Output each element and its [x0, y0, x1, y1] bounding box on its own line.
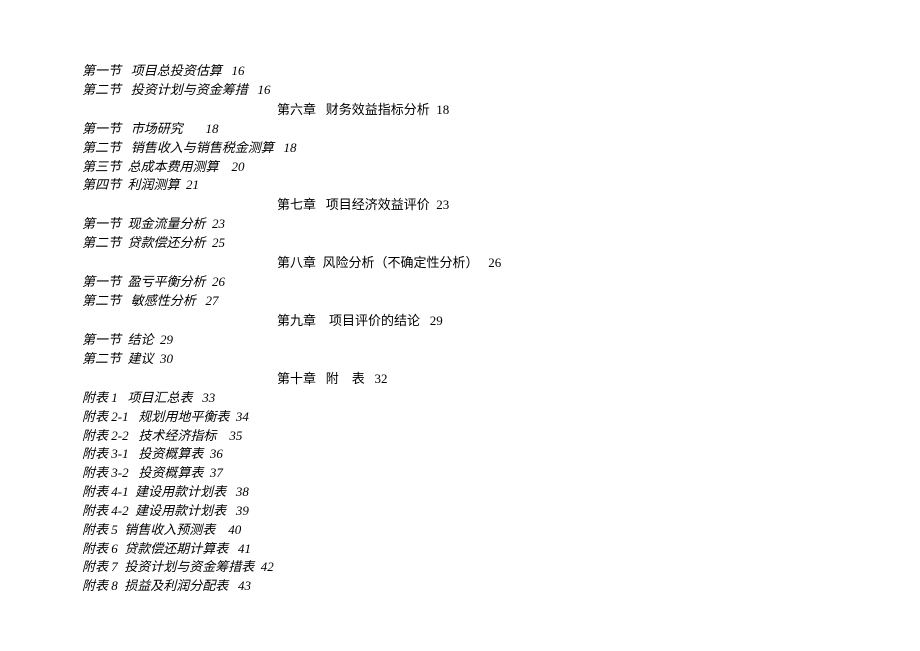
toc-section: 附表 1 项目汇总表 33	[82, 389, 848, 408]
toc-section: 附表 5 销售收入预测表 40	[82, 521, 848, 540]
toc-section: 附表 6 贷款偿还期计算表 41	[82, 540, 848, 559]
toc-chapter: 第十章 附 表 32	[82, 369, 848, 389]
toc-chapter: 第七章 项目经济效益评价 23	[82, 195, 848, 215]
toc-chapter: 第九章 项目评价的结论 29	[82, 311, 848, 331]
toc-section: 第二节 销售收入与销售税金测算 18	[82, 139, 848, 158]
toc-section: 附表 4-1 建设用款计划表 38	[82, 483, 848, 502]
toc-section: 第一节 现金流量分析 23	[82, 215, 848, 234]
toc-section: 第三节 总成本费用测算 20	[82, 158, 848, 177]
toc-section: 附表 2-2 技术经济指标 35	[82, 427, 848, 446]
toc-section: 第四节 利润测算 21	[82, 176, 848, 195]
toc-section: 第一节 盈亏平衡分析 26	[82, 273, 848, 292]
toc-section: 第二节 贷款偿还分析 25	[82, 234, 848, 253]
toc-section: 附表 3-1 投资概算表 36	[82, 445, 848, 464]
toc-section: 第二节 建议 30	[82, 350, 848, 369]
toc-section: 附表 4-2 建设用款计划表 39	[82, 502, 848, 521]
table-of-contents: 第一节 项目总投资估算 16第二节 投资计划与资金筹措 16第六章 财务效益指标…	[82, 62, 848, 596]
toc-chapter: 第八章 风险分析（不确定性分析） 26	[82, 253, 848, 273]
toc-section: 第一节 结论 29	[82, 331, 848, 350]
toc-section: 第二节 投资计划与资金筹措 16	[82, 81, 848, 100]
toc-section: 附表 3-2 投资概算表 37	[82, 464, 848, 483]
toc-chapter: 第六章 财务效益指标分析 18	[82, 100, 848, 120]
toc-section: 附表 8 损益及利润分配表 43	[82, 577, 848, 596]
toc-section: 第一节 项目总投资估算 16	[82, 62, 848, 81]
toc-section: 附表 7 投资计划与资金筹措表 42	[82, 558, 848, 577]
toc-section: 第二节 敏感性分析 27	[82, 292, 848, 311]
toc-section: 附表 2-1 规划用地平衡表 34	[82, 408, 848, 427]
toc-section: 第一节 市场研究 18	[82, 120, 848, 139]
